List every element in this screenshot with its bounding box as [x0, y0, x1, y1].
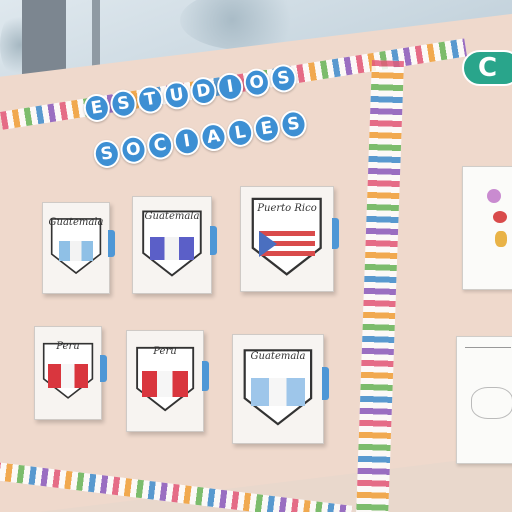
peru-flag-icon — [48, 363, 88, 388]
guatemala-flag-icon — [251, 378, 305, 407]
student-worksheet — [456, 336, 512, 464]
card-tab — [100, 354, 107, 383]
country-card: Guatemala — [42, 202, 115, 294]
peru-flag-icon — [142, 371, 188, 397]
title-letter: E — [251, 112, 282, 145]
photo-scene: E S T U D I O S S O C I A L E S C Guatem… — [0, 0, 512, 512]
title-letter: A — [198, 121, 229, 153]
title-letter: S — [278, 108, 309, 141]
card-label: Peru — [153, 346, 177, 357]
student-drawing — [462, 166, 512, 290]
guatemala-flag-icon — [58, 240, 94, 261]
title-letter: S — [268, 62, 299, 95]
title-letter: I — [215, 70, 246, 103]
card-label: Guatemala — [48, 216, 104, 228]
title-letter: E — [81, 92, 112, 124]
card-label: Guatemala — [144, 211, 200, 223]
country-card: Peru — [34, 326, 107, 420]
title-letter: T — [135, 83, 166, 116]
card-tab — [210, 225, 217, 255]
title-letter: C — [145, 129, 176, 162]
worksheet-line — [465, 347, 511, 348]
card-tab — [322, 367, 329, 400]
card-tab — [202, 361, 209, 391]
country-card: Puerto Rico — [240, 186, 339, 292]
country-card: Guatemala — [132, 196, 217, 294]
card-tab — [108, 230, 115, 257]
right-sign: C — [462, 50, 512, 86]
title-letter: U — [161, 79, 192, 112]
puerto-rico-flag-icon — [259, 230, 315, 257]
country-card: Guatemala — [232, 334, 329, 444]
title-letter: I — [171, 125, 202, 158]
flag-triangle — [259, 230, 278, 257]
guatemala-flag-icon — [150, 237, 194, 261]
card-label: Puerto Rico — [257, 202, 317, 214]
title-letter: D — [188, 75, 219, 107]
drawing-fruit — [493, 211, 507, 223]
drawing-fruit — [495, 231, 507, 247]
title-letter: O — [118, 133, 149, 166]
title-letter: S — [108, 87, 139, 120]
country-card: Peru — [126, 330, 209, 432]
worksheet-sketch — [471, 387, 512, 419]
title-letter: O — [241, 66, 272, 99]
title-letter: L — [225, 116, 256, 149]
card-label: Guatemala — [250, 351, 306, 363]
card-tab — [332, 218, 339, 250]
card-label: Peru — [56, 340, 80, 352]
drawing-fruit — [487, 189, 501, 203]
title-letter: S — [91, 138, 122, 170]
